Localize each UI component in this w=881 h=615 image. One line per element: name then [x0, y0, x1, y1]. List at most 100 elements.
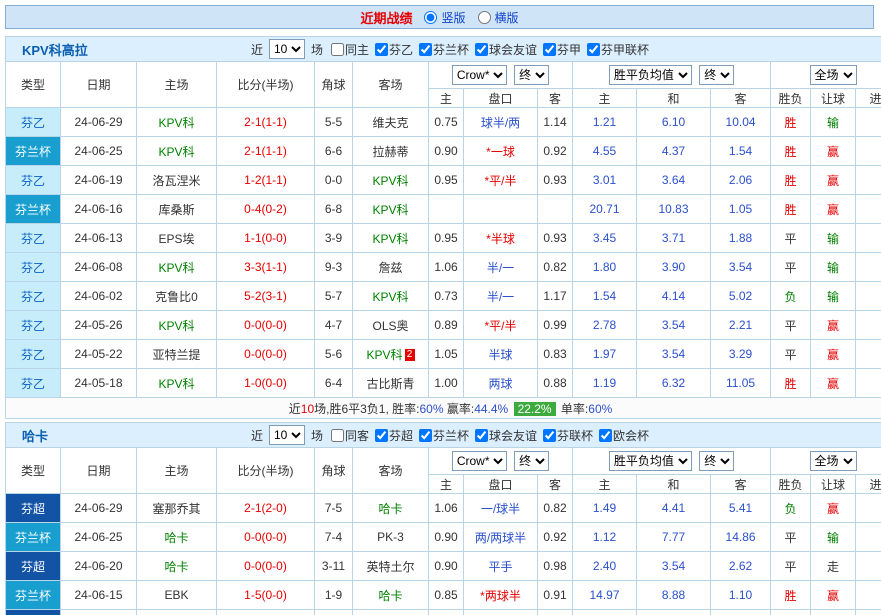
matches-label: 场 [311, 41, 323, 58]
avg-odds-header: 胜平负均值 终 [573, 62, 771, 89]
league-filter-label: 芬兰杯 [433, 41, 469, 58]
final-score: 0-0(0-0) [217, 340, 315, 369]
home-team: EBK [137, 581, 217, 610]
league-filter[interactable]: 芬联杯 [543, 427, 593, 444]
league-filter-checkbox[interactable] [475, 43, 488, 56]
league-filter-checkbox[interactable] [543, 429, 556, 442]
match-count-select[interactable]: 10 [269, 39, 305, 59]
league-filter[interactable]: 芬超 [375, 427, 413, 444]
league-filter-label: 芬甲联杯 [601, 41, 649, 58]
home-team: 亚特兰提 [137, 340, 217, 369]
matches-table: 类型 日期 主场 比分(半场) 角球 客场 Crow* 终 胜平负均值 终 [5, 447, 881, 615]
handicap-odds-home: 0.90 [429, 137, 464, 166]
league-filter[interactable]: 同客 [331, 427, 369, 444]
league-filter-checkbox[interactable] [419, 43, 432, 56]
league-badge: 芬乙 [6, 224, 61, 253]
match-date: 24-06-13 [61, 224, 137, 253]
avg-stage-select[interactable]: 终 [699, 451, 734, 471]
avg-type-select[interactable]: 胜平负均值 [609, 451, 692, 471]
league-filter[interactable]: 芬甲 [543, 41, 581, 58]
goals-cell [856, 108, 881, 137]
handicap-odds-away: 0.93 [538, 224, 573, 253]
away-team: 古比斯青 [353, 369, 429, 398]
scope-select[interactable]: 全场 [810, 65, 857, 85]
league-filter[interactable]: 芬兰杯 [419, 41, 469, 58]
league-filter-checkbox[interactable] [331, 429, 344, 442]
league-filter-checkbox[interactable] [375, 43, 388, 56]
col-type: 类型 [6, 62, 61, 108]
league-filter-checkbox[interactable] [419, 429, 432, 442]
league-badge: 芬兰杯 [6, 523, 61, 552]
corner-count: 7-5 [315, 494, 353, 523]
handicap-line: 两球 [464, 369, 538, 398]
league-filter[interactable]: 同主 [331, 41, 369, 58]
handicap-line: 两/两球半 [464, 523, 538, 552]
final-score: 1-1(0-0) [217, 224, 315, 253]
handicap-odds-home: 0.73 [429, 282, 464, 311]
away-team: KPV科 [353, 166, 429, 195]
vertical-layout-radio[interactable] [424, 11, 437, 24]
league-filter-checkbox[interactable] [375, 429, 388, 442]
match-result: 平 [771, 340, 811, 369]
bookmaker-select[interactable]: Crow* [452, 451, 507, 471]
match-date: 24-06-25 [61, 137, 137, 166]
col-odds-home: 主 [429, 89, 464, 108]
near-label: 近 [251, 427, 263, 444]
match-date: 24-06-08 [61, 253, 137, 282]
match-row: 芬乙24-05-26KPV科0-0(0-0)4-7OLS奥0.89*平/半0.9… [6, 311, 881, 340]
goals-cell [856, 581, 881, 610]
col-corner: 角球 [315, 448, 353, 494]
league-filter-label: 同主 [345, 41, 369, 58]
match-date: 24-05-26 [61, 311, 137, 340]
league-filter[interactable]: 球会友谊 [475, 427, 537, 444]
avg-away-odds: 2.62 [711, 552, 771, 581]
avg-type-select[interactable]: 胜平负均值 [609, 65, 692, 85]
horizontal-layout-radio[interactable] [478, 11, 491, 24]
avg-draw-odds: 3.54 [637, 340, 711, 369]
col-result: 胜负 [771, 475, 811, 494]
avg-stage-select[interactable]: 终 [699, 65, 734, 85]
league-filter[interactable]: 芬甲联杯 [587, 41, 649, 58]
scope-select[interactable]: 全场 [810, 451, 857, 471]
match-date: 24-06-16 [61, 195, 137, 224]
league-filter[interactable]: 球会友谊 [475, 41, 537, 58]
league-filter-label: 芬甲 [557, 41, 581, 58]
away-team: 哈卡 [353, 581, 429, 610]
avg-draw-odds: 3.64 [637, 166, 711, 195]
odds-stage-select[interactable]: 终 [514, 451, 549, 471]
handicap-result: 输 [811, 108, 856, 137]
avg-home-odds: 1.97 [573, 340, 637, 369]
handicap-odds-away: 0.83 [538, 340, 573, 369]
handicap-odds-away: 0.88 [538, 369, 573, 398]
league-filter-checkbox[interactable] [599, 429, 612, 442]
layout-option-vertical[interactable]: 竖版 [424, 9, 465, 26]
home-team: 洛瓦涅米 [137, 166, 217, 195]
handicap-odds-home: 0.75 [429, 108, 464, 137]
league-filter[interactable]: 芬兰杯 [419, 427, 469, 444]
corner-count: 5-7 [315, 282, 353, 311]
league-filter-checkbox[interactable] [475, 429, 488, 442]
odds-stage-select[interactable]: 终 [514, 65, 549, 85]
corner-count: 3-11 [315, 552, 353, 581]
league-filter-checkbox[interactable] [543, 43, 556, 56]
league-filter-checkbox[interactable] [587, 43, 600, 56]
final-score: 0-0(0-0) [217, 311, 315, 340]
match-row: 芬超24-06-29塞那乔其2-1(2-0)7-5哈卡1.06一/球半0.821… [6, 494, 881, 523]
goals-cell [856, 282, 881, 311]
bookmaker-select[interactable]: Crow* [452, 65, 507, 85]
avg-away-odds: 1.75 [711, 610, 771, 615]
handicap-line: 半/一 [464, 282, 538, 311]
match-count-select[interactable]: 10 [269, 425, 305, 445]
league-filter[interactable]: 欧会杯 [599, 427, 649, 444]
layout-option-horizontal[interactable]: 横版 [478, 9, 519, 26]
avg-draw-odds: 6.10 [637, 108, 711, 137]
home-team: 库桑斯 [137, 195, 217, 224]
league-filter[interactable]: 芬乙 [375, 41, 413, 58]
handicap-odds-away: 0.93 [538, 166, 573, 195]
league-filter-checkbox[interactable] [331, 43, 344, 56]
summary-segment: 赢率: [444, 402, 475, 416]
league-filter-label: 芬超 [389, 427, 413, 444]
summary-row: 近10场,胜6平3负1, 胜率:60% 赢率:44.4% 22.2% 单率:60… [6, 398, 881, 419]
corner-count: 7-4 [315, 523, 353, 552]
league-filter-label: 同客 [345, 427, 369, 444]
